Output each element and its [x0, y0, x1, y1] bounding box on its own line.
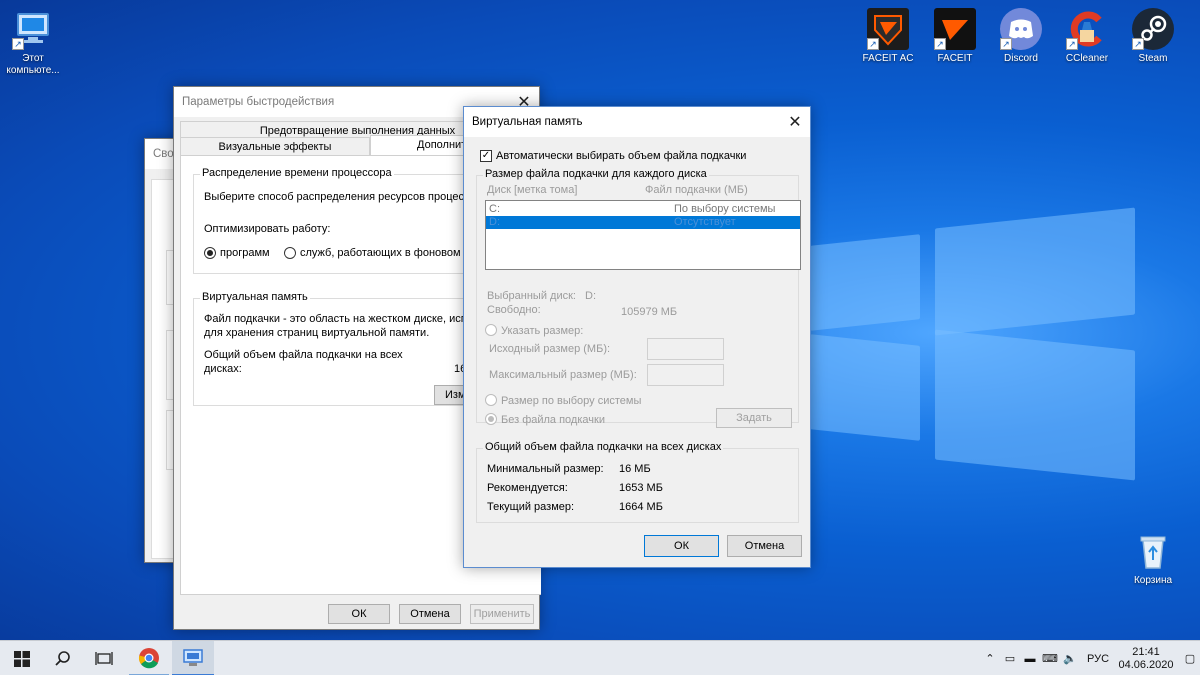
desktop-icon-label: Discord: [1004, 53, 1038, 64]
max-size-input[interactable]: [647, 364, 724, 386]
radio-background-services[interactable]: [284, 247, 296, 259]
battery-icon[interactable]: ▬: [1020, 653, 1040, 665]
system-window-icon: [183, 648, 203, 666]
ok-button[interactable]: ОК: [644, 535, 719, 557]
recycle-bin-icon: [1132, 530, 1174, 572]
desktop-icon-steam[interactable]: ↗ Steam: [1120, 8, 1186, 65]
desktop-icon-this-pc[interactable]: ↗ Этот компьюте...: [0, 8, 66, 77]
clock[interactable]: 21:41 04.06.2020: [1116, 646, 1176, 672]
tab-visual-effects[interactable]: Визуальные эффекты: [180, 137, 370, 157]
desktop-icon-faceit[interactable]: ↗ FACEIT: [922, 8, 988, 65]
radio-custom-size[interactable]: [485, 324, 497, 336]
ccleaner-icon: ↗: [1066, 8, 1108, 50]
cancel-button[interactable]: Отмена: [399, 604, 461, 624]
desktop-icon-discord[interactable]: ↗ Discord: [988, 8, 1054, 65]
task-view-button[interactable]: [84, 641, 124, 675]
radio-system-managed[interactable]: [485, 394, 497, 406]
desktop-icon-recycle-bin[interactable]: Корзина: [1120, 530, 1186, 587]
desktop-icon-label: Корзина: [1133, 575, 1173, 586]
search-icon: [55, 650, 70, 666]
ok-button[interactable]: ОК: [328, 604, 390, 624]
auto-manage-checkbox[interactable]: ✓: [480, 150, 492, 162]
windows-start-icon: [14, 650, 30, 667]
language-indicator[interactable]: РУС: [1084, 653, 1112, 665]
discord-icon: ↗: [1000, 8, 1042, 50]
initial-size-input[interactable]: [647, 338, 724, 360]
search-button[interactable]: [43, 641, 83, 675]
desktop-icon-label: FACEIT AC: [862, 53, 914, 64]
faceit-ac-icon: ↗: [867, 8, 909, 50]
faceit-icon: ↗: [934, 8, 976, 50]
steam-icon: ↗: [1132, 8, 1174, 50]
list-item[interactable]: C: По выбору системы: [486, 203, 800, 216]
desktop-icon-faceit-ac[interactable]: ↗ FACEIT AC: [855, 8, 921, 65]
taskbar-system-properties[interactable]: [172, 641, 214, 675]
desktop-icon-ccleaner[interactable]: ↗ CCleaner: [1054, 8, 1120, 65]
total-paging-group: Общий объем файла подкачки на всех диска…: [476, 441, 799, 523]
set-button[interactable]: Задать: [716, 408, 792, 428]
apply-button[interactable]: Применить: [470, 604, 534, 624]
task-view-icon: [95, 651, 113, 665]
virtual-memory-titlebar[interactable]: Виртуальная память ✕: [464, 107, 810, 137]
network-icon[interactable]: ▭: [1000, 652, 1020, 665]
virtual-memory-dialog[interactable]: Виртуальная память ✕ ✓ Автоматически выб…: [463, 106, 811, 568]
disk-list[interactable]: C: По выбору системы D: Отсутствует: [485, 200, 801, 270]
cancel-button[interactable]: Отмена: [727, 535, 802, 557]
desktop: ↗ Этот компьюте... ↗ FACEIT AC ↗ FACEIT: [0, 0, 1200, 640]
clock-time: 21:41: [1132, 645, 1160, 658]
volume-icon[interactable]: 🔈: [1060, 652, 1080, 665]
window-title: Параметры быстродействия: [182, 96, 335, 108]
notifications-icon[interactable]: ▢: [1176, 652, 1200, 665]
start-button[interactable]: [2, 641, 42, 675]
radio-programs[interactable]: [204, 247, 216, 259]
desktop-icon-label: CCleaner: [1065, 53, 1109, 64]
chevron-up-icon[interactable]: ⌃: [980, 652, 1000, 665]
this-pc-icon: ↗: [12, 8, 54, 50]
desktop-icon-label: FACEIT: [937, 53, 973, 64]
clock-date: 04.06.2020: [1118, 658, 1174, 671]
desktop-icon-label: Этот компьюте...: [6, 53, 60, 76]
keyboard-icon[interactable]: ⌨: [1040, 652, 1060, 665]
window-title: Виртуальная память: [472, 116, 583, 128]
taskbar-chrome[interactable]: [129, 641, 169, 675]
chrome-icon: [138, 647, 159, 668]
desktop-icon-label: Steam: [1138, 53, 1168, 64]
windows-logo: [810, 170, 1200, 550]
list-item-selected[interactable]: D: Отсутствует: [486, 216, 800, 229]
per-disk-group: Размер файла подкачки для каждого диска …: [476, 168, 801, 428]
radio-no-paging-file[interactable]: [485, 413, 497, 425]
close-icon[interactable]: ✕: [780, 107, 810, 137]
system-tray: ⌃ ▭ ▬ ⌨ 🔈 РУС 21:41 04.06.2020 ▢: [980, 641, 1200, 675]
taskbar: ⌃ ▭ ▬ ⌨ 🔈 РУС 21:41 04.06.2020 ▢: [0, 640, 1200, 675]
